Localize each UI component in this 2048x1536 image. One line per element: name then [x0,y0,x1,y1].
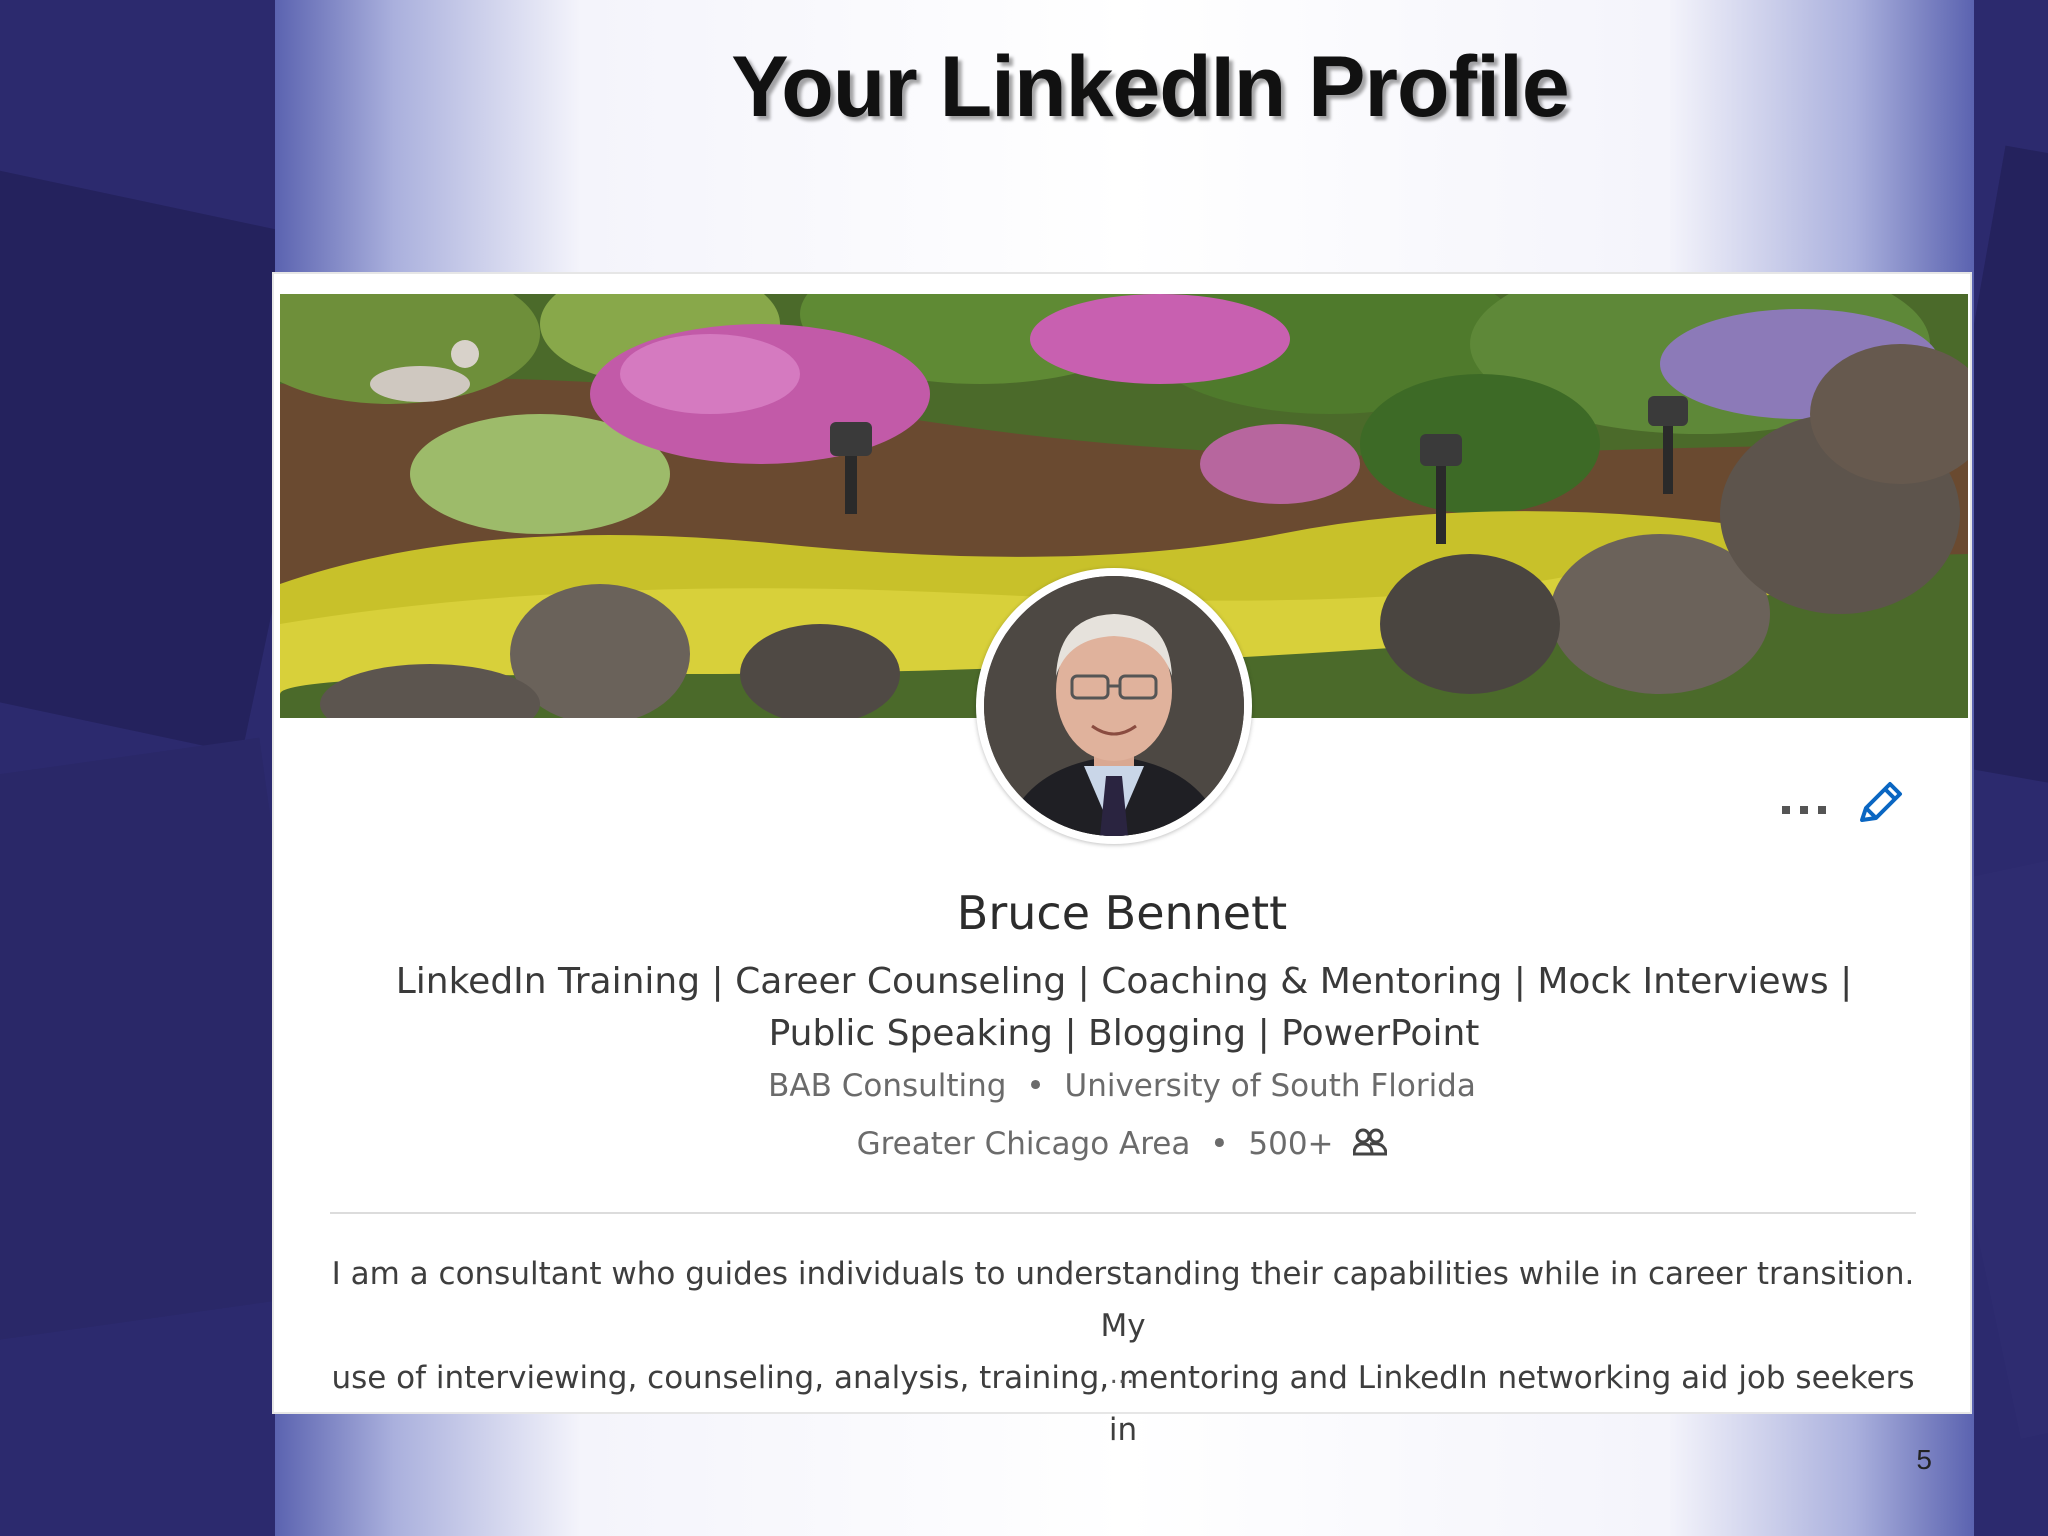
separator-dot: • [1210,1126,1229,1162]
pencil-icon [1860,782,1902,822]
profile-location-connections: Greater Chicago Area • 500+ [274,1126,1970,1162]
location-text: Greater Chicago Area [856,1126,1191,1162]
connections-count-link[interactable]: 500+ [1248,1126,1333,1162]
summary-see-more[interactable]: ... [274,1360,1970,1390]
divider [330,1212,1916,1214]
profile-headline: LinkedIn Training | Career Counseling | … [374,956,1874,1060]
separator-dot: • [1026,1068,1045,1104]
more-actions-button[interactable] [1774,790,1834,830]
profile-summary[interactable]: I am a consultant who guides individuals… [330,1248,1916,1456]
headline-line: Public Speaking | Blogging | PowerPoint [768,1013,1480,1054]
profile-photo-image [984,576,1244,836]
profile-name: Bruce Bennett [956,886,1288,940]
slide-number: 5 [1916,1444,1932,1475]
profile-photo[interactable] [976,568,1252,844]
slide-title: Your LinkedIn Profile [731,39,1570,135]
presentation-slide: Your LinkedIn Profile 5 Bruce Bennett Li… [0,0,2048,1536]
more-icon [1782,806,1826,814]
school-link[interactable]: University of South Florida [1065,1068,1476,1104]
profile-experience-education: BAB Consulting • University of South Flo… [274,1068,1970,1104]
connections-icon [1353,1128,1388,1156]
edit-profile-button[interactable] [1852,776,1908,832]
headline-line: LinkedIn Training | Career Counseling | … [395,961,1853,1002]
summary-line: I am a consultant who guides individuals… [331,1256,1915,1344]
profile-card: Bruce Bennett LinkedIn Training | Career… [272,272,1972,1448]
current-company-link[interactable]: BAB Consulting [768,1068,1006,1104]
